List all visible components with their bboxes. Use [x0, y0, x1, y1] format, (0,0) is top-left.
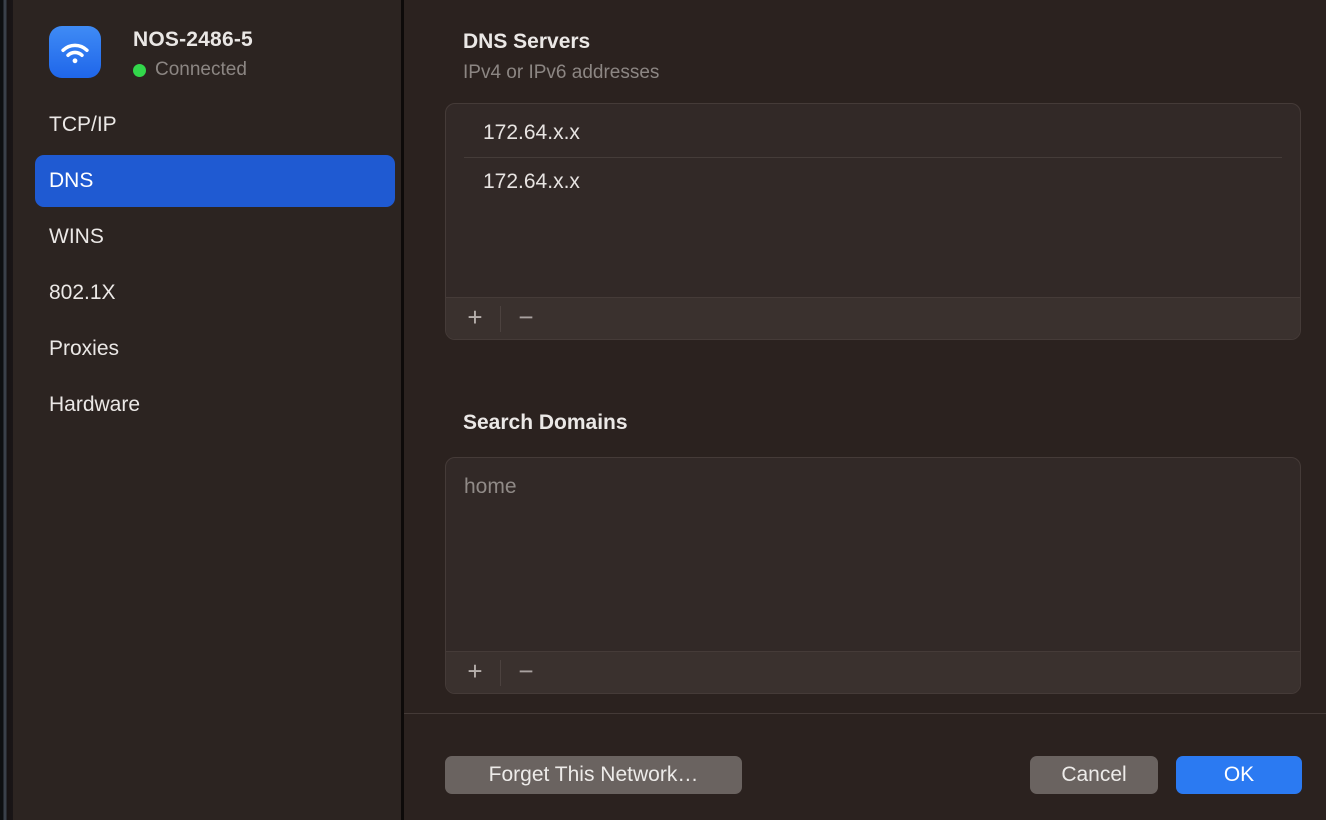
search-domains-toolbar: + −: [446, 651, 1300, 693]
connected-status-label: Connected: [155, 59, 247, 81]
sidebar-item-tcpip[interactable]: TCP/IP: [35, 99, 395, 151]
dns-remove-button[interactable]: −: [506, 302, 546, 336]
sidebar-item-hardware[interactable]: Hardware: [35, 379, 395, 431]
search-domains-title: Search Domains: [463, 411, 628, 435]
sidebar-item-proxies[interactable]: Proxies: [35, 323, 395, 375]
dns-servers-rows: 172.64.x.x 172.64.x.x: [446, 104, 1300, 206]
search-add-button[interactable]: +: [455, 656, 495, 690]
cancel-button[interactable]: Cancel: [1030, 756, 1158, 794]
dns-server-entry[interactable]: 172.64.x.x: [446, 158, 1300, 206]
search-domains-rows: home: [446, 458, 1300, 511]
sidebar: NOS-2486-5 Connected TCP/IP DNS WINS 802…: [13, 0, 401, 820]
connected-status-dot: [133, 64, 146, 77]
dns-server-entry[interactable]: 172.64.x.x: [446, 109, 1300, 157]
dns-add-button[interactable]: +: [455, 302, 495, 336]
footer-divider: [404, 713, 1326, 714]
sidebar-item-8021x[interactable]: 802.1X: [35, 267, 395, 319]
toolbar-separator: [500, 306, 501, 332]
sidebar-item-wins[interactable]: WINS: [35, 211, 395, 263]
dns-servers-subtitle: IPv4 or IPv6 addresses: [463, 62, 659, 84]
wifi-icon: [49, 26, 101, 78]
sidebar-list: TCP/IP DNS WINS 802.1X Proxies Hardware: [35, 99, 395, 435]
search-domain-entry[interactable]: home: [446, 463, 1300, 511]
dns-servers-listbox: 172.64.x.x 172.64.x.x + −: [445, 103, 1301, 340]
window-left-edge: [0, 0, 13, 820]
sidebar-item-dns[interactable]: DNS: [35, 155, 395, 207]
ok-button[interactable]: OK: [1176, 756, 1302, 794]
main-panel: DNS Servers IPv4 or IPv6 addresses 172.6…: [404, 0, 1326, 820]
network-status: Connected: [133, 59, 247, 81]
search-remove-button[interactable]: −: [506, 656, 546, 690]
dns-servers-title: DNS Servers: [463, 30, 590, 54]
search-domains-listbox: home + −: [445, 457, 1301, 694]
toolbar-separator: [500, 660, 501, 686]
forget-network-button[interactable]: Forget This Network…: [445, 756, 742, 794]
dns-servers-toolbar: + −: [446, 297, 1300, 339]
network-name: NOS-2486-5: [133, 28, 253, 52]
